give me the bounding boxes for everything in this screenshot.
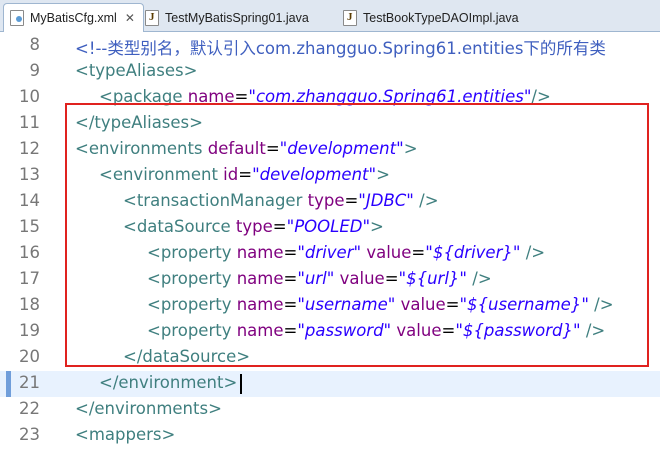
line-number: 12 [19,139,40,158]
code-text: <!--类型别名，默认引入com.zhangguo.Spring61.entit… [75,39,606,58]
code-line[interactable]: 8 <!--类型别名，默认引入com.zhangguo.Spring61.enti… [0,33,660,59]
code-text: </environments> [75,399,222,418]
line-number: 18 [19,295,40,314]
text-cursor [240,374,242,394]
tab-label: MyBatisCfg.xml [30,11,117,25]
editor-tab-bar: MyBatisCfg.xml ✕ J TestMyBatisSpring01.j… [0,0,660,32]
environments-highlight-box [65,103,649,367]
line-number: 14 [19,191,40,210]
java-file-icon: J [145,9,159,26]
code-line[interactable]: 22 </environments> [0,397,660,423]
tab-testbooktypedaoimpl-java[interactable]: J TestBookTypeDAOImpl.java [343,3,519,32]
line-number: 19 [19,321,40,340]
code-text: </environment> [99,373,238,392]
tab-testmybatisspring01-java[interactable]: J TestMyBatisSpring01.java [145,3,309,32]
tab-label: TestBookTypeDAOImpl.java [363,10,519,25]
line-number: 20 [19,347,40,366]
line-number: 16 [19,243,40,262]
tab-label: TestMyBatisSpring01.java [165,10,309,25]
line-number: 8 [29,35,41,54]
line-number: 10 [19,87,40,106]
line-number: 17 [19,269,40,288]
code-text: <mappers> [75,425,176,444]
code-text: <typeAliases> [75,61,198,80]
line-number: 13 [19,165,40,184]
xml-file-icon [10,10,24,26]
line-number: 9 [29,61,41,80]
code-line[interactable]: 23 <mappers> [0,423,660,449]
line-number: 23 [19,425,40,444]
close-icon[interactable]: ✕ [125,11,135,25]
code-line[interactable]: 9 <typeAliases> [0,59,660,85]
tab-mybatiscfg-xml[interactable]: MyBatisCfg.xml ✕ [3,3,144,32]
code-line[interactable]: 21 </environment> [0,371,660,397]
change-marker [6,371,11,397]
line-number: 15 [19,217,40,236]
line-number: 11 [19,113,40,132]
java-file-icon: J [343,9,357,26]
line-number: 22 [19,399,40,418]
